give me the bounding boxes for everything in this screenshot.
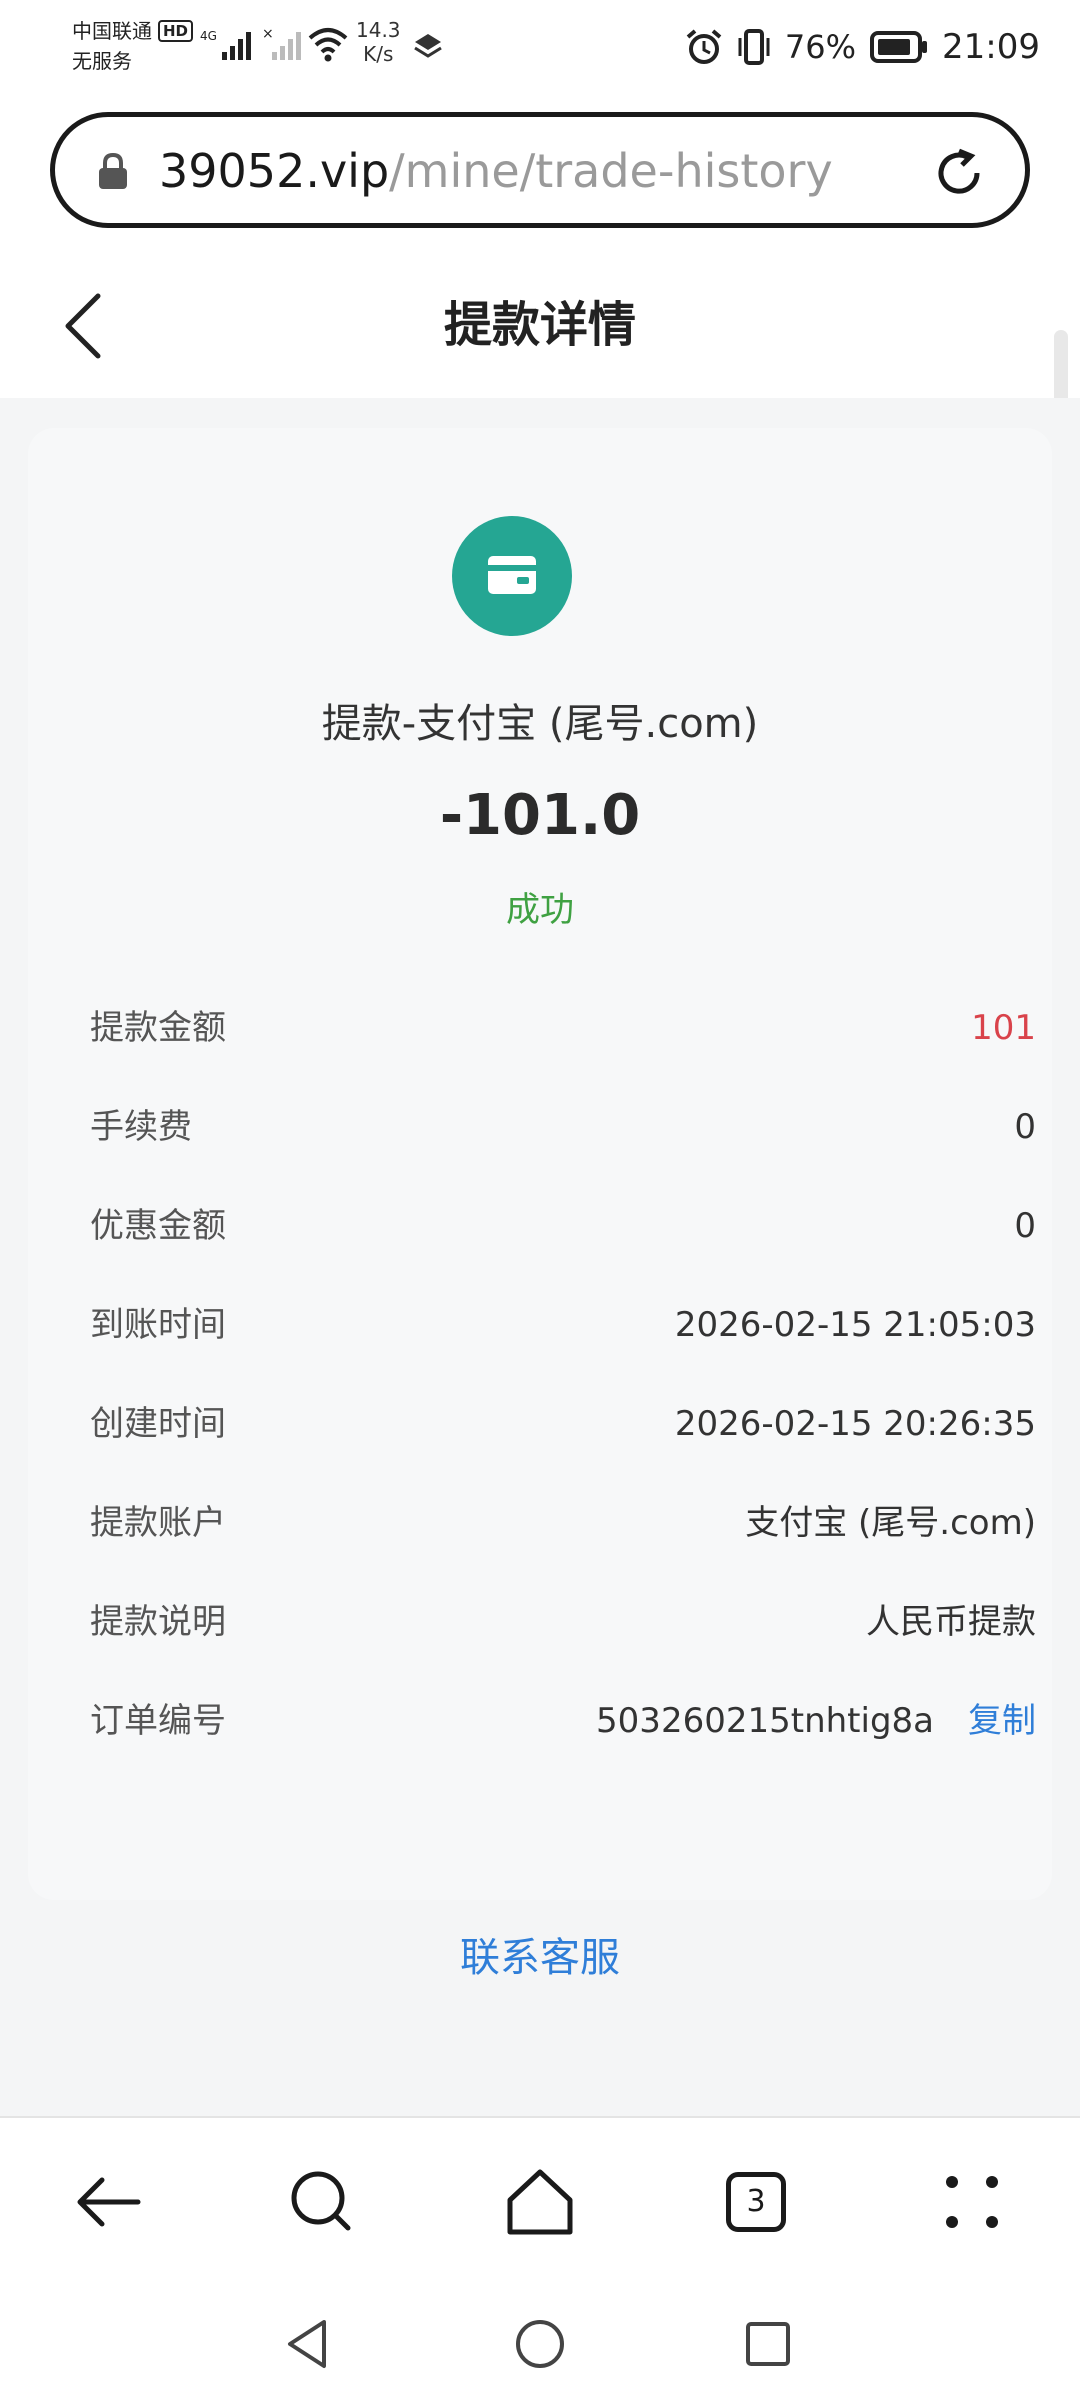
detail-row-arrival-time: 到账时间 2026-02-15 21:05:03 — [90, 1295, 1036, 1355]
page: 中国联通 HD 无服务 4G × 14.3 K/s 76% 21:09 3905… — [0, 0, 1080, 2400]
alarm-icon — [686, 29, 722, 64]
detail-row-order-number: 订单编号 503260215tnhtig8a 复制 — [90, 1691, 1036, 1751]
detail-value: 2026-02-15 20:26:35 — [674, 1404, 1036, 1444]
detail-row-withdraw-amount: 提款金额 101 — [90, 998, 1036, 1058]
url-domain: 39052.vip — [159, 144, 390, 198]
address-bar[interactable]: 39052.vip/mine/trade-history — [50, 112, 1030, 228]
page-title: 提款详情 — [443, 297, 636, 353]
detail-value: 0 — [1014, 1107, 1036, 1147]
nav-home-circle-icon[interactable] — [510, 2314, 570, 2374]
detail-card — [28, 428, 1052, 1900]
detail-label: 手续费 — [90, 1107, 192, 1147]
tabs-button[interactable]: 3 — [716, 2162, 796, 2242]
net-speed-value: 14.3 — [356, 18, 401, 42]
home-icon[interactable] — [500, 2162, 580, 2242]
carrier-service: 无服务 — [72, 49, 132, 73]
arrow-left-icon[interactable] — [68, 2162, 148, 2242]
detail-label: 创建时间 — [90, 1404, 226, 1444]
signal-4g-icon: 4G — [200, 29, 251, 60]
detail-row-created-time: 创建时间 2026-02-15 20:26:35 — [90, 1394, 1036, 1454]
status-badge: 成功 — [506, 890, 574, 930]
browser-toolbar: 3 — [0, 2116, 1080, 2288]
clock: 21:09 — [942, 27, 1040, 67]
detail-label: 优惠金额 — [90, 1206, 226, 1246]
tabs-count: 3 — [726, 2172, 786, 2232]
search-icon[interactable] — [282, 2162, 362, 2242]
detail-value: 2026-02-15 21:05:03 — [674, 1305, 1036, 1345]
layers-icon — [414, 34, 442, 58]
reload-icon[interactable] — [929, 143, 989, 203]
detail-value: 人民币提款 — [866, 1602, 1036, 1642]
detail-label: 提款金额 — [90, 1008, 226, 1048]
svg-text:4G: 4G — [200, 29, 217, 43]
svg-text:×: × — [262, 26, 274, 42]
nav-back-triangle-icon[interactable] — [278, 2314, 338, 2374]
url-path: /mine/trade-history — [389, 144, 833, 198]
detail-label: 到账时间 — [90, 1305, 226, 1345]
url-text[interactable]: 39052.vip/mine/trade-history — [159, 145, 833, 197]
detail-label: 订单编号 — [90, 1701, 226, 1741]
battery-icon — [870, 31, 928, 63]
detail-row-note: 提款说明 人民币提款 — [90, 1592, 1036, 1652]
status-bar: 中国联通 HD 无服务 4G × 14.3 K/s 76% 21:09 — [0, 0, 1080, 96]
hd-badge: HD — [158, 20, 194, 42]
net-speed-unit: K/s — [363, 42, 394, 66]
wifi-icon — [308, 28, 348, 62]
signal-no-service-icon: × — [262, 26, 301, 60]
detail-value: 0 — [1014, 1206, 1036, 1246]
detail-value: 支付宝 (尾号.com) — [745, 1503, 1036, 1543]
wallet-badge — [452, 516, 572, 636]
more-dots-icon[interactable] — [932, 2162, 1012, 2242]
page-header: 提款详情 — [0, 250, 1080, 398]
detail-label: 提款说明 — [90, 1602, 226, 1642]
status-right: 76% 21:09 — [685, 22, 1040, 72]
carrier-name: 中国联通 — [72, 19, 152, 43]
carrier-info: 中国联通 HD 无服务 — [72, 16, 194, 76]
withdraw-amount-total: -101.0 — [439, 783, 641, 848]
system-nav-bar — [0, 2288, 1080, 2400]
lock-icon — [99, 152, 127, 189]
order-number-value: 503260215tnhtig8a — [596, 1701, 934, 1741]
withdraw-method-title: 提款-支付宝 (尾号.com) — [321, 701, 759, 747]
detail-label: 提款账户 — [90, 1503, 226, 1543]
nav-recents-square-icon[interactable] — [738, 2314, 798, 2374]
detail-row-account: 提款账户 支付宝 (尾号.com) — [90, 1493, 1036, 1553]
net-speed: 14.3 K/s — [356, 18, 401, 66]
wallet-icon — [488, 556, 536, 594]
detail-row-discount: 优惠金额 0 — [90, 1196, 1036, 1256]
contact-support-link[interactable]: 联系客服 — [0, 1930, 1080, 1986]
detail-value: 101 — [971, 1008, 1036, 1048]
battery-percent: 76% — [784, 28, 857, 66]
copy-order-button[interactable]: 复制 — [968, 1697, 1036, 1745]
detail-row-fee: 手续费 0 — [90, 1097, 1036, 1157]
vibrate-icon — [738, 29, 770, 65]
